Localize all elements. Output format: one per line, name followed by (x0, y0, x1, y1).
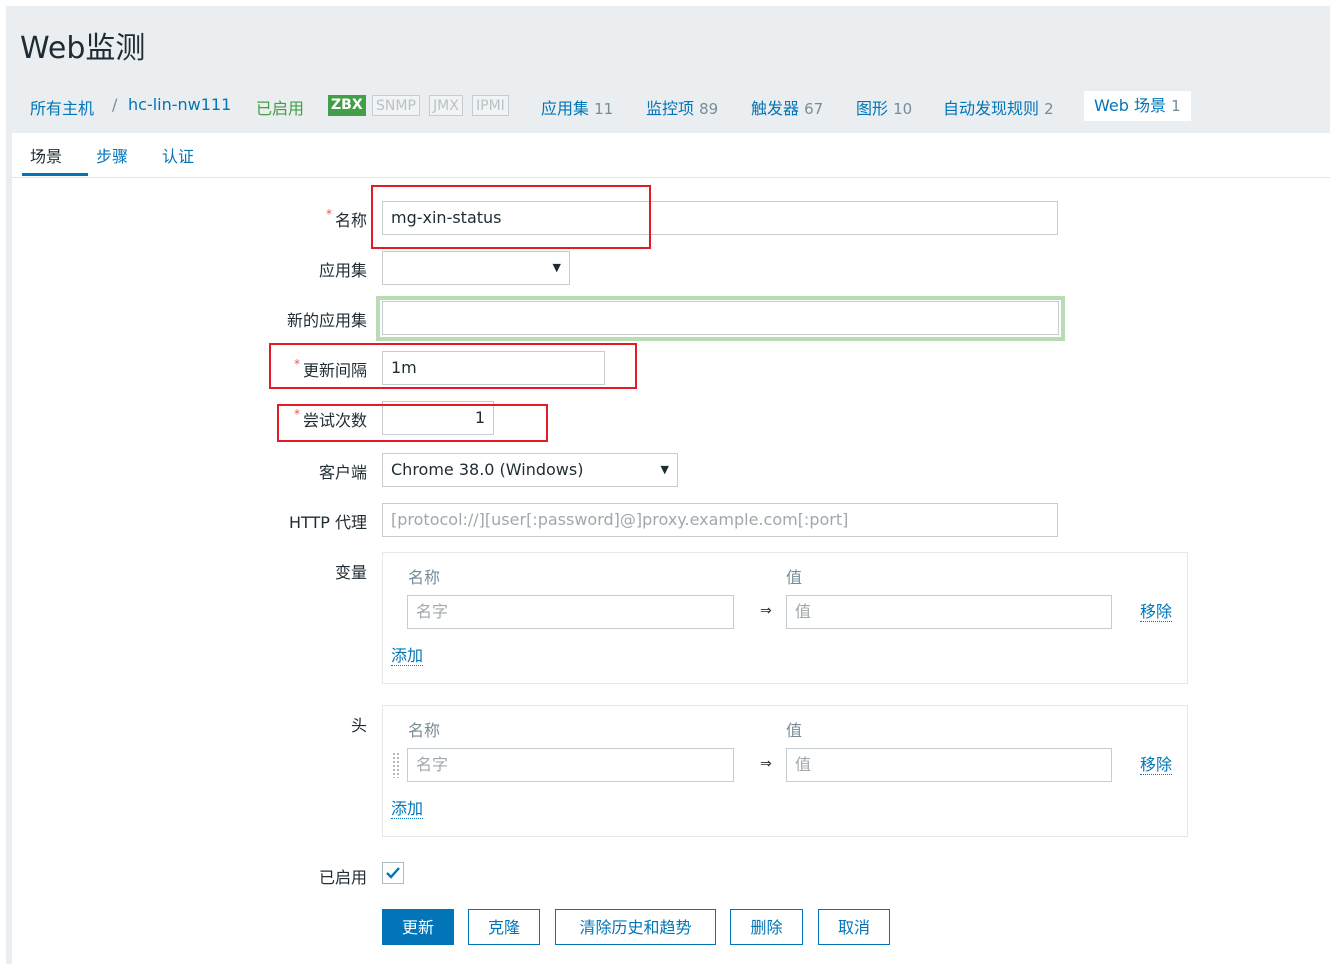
headers-panel: 名称 值 名字 ⇒ 值 移除 添加 (382, 705, 1188, 837)
checkmark-icon (386, 867, 400, 879)
enabled-checkbox[interactable] (382, 862, 404, 884)
availability-ipmi-badge: IPMI (472, 95, 509, 116)
headers-col-value: 值 (786, 721, 803, 740)
name-label: * 名称 (325, 207, 367, 230)
variable-add-link[interactable]: 添加 (391, 647, 424, 666)
agent-select[interactable]: Chrome 38.0 (Windows) ▼ (382, 453, 678, 487)
nav-web-scenarios[interactable]: Web 场景 1 (1084, 91, 1191, 121)
tab-bar: 场景 步骤 认证 (12, 133, 1330, 178)
headers-col-name: 名称 (408, 721, 441, 740)
headers-label: 头 (350, 716, 367, 735)
chevron-down-icon: ▼ (552, 261, 561, 274)
header-add-link[interactable]: 添加 (391, 800, 424, 819)
drag-handle-icon[interactable] (392, 752, 400, 778)
highlight-update-interval (269, 343, 637, 389)
application-label: 应用集 (318, 261, 367, 280)
nav-items[interactable]: 监控项 89 (646, 95, 718, 119)
breadcrumb-all-hosts[interactable]: 所有主机 (30, 95, 94, 119)
variable-value-input[interactable]: 值 (786, 595, 1112, 629)
arrow-icon: ⇒ (760, 756, 772, 772)
variable-remove-link[interactable]: 移除 (1140, 603, 1173, 622)
nav-discovery-rules[interactable]: 自动发现规则 2 (943, 95, 1054, 119)
availability-zbx-badge: ZBX (328, 95, 366, 116)
highlight-name (371, 185, 651, 249)
availability-jmx-badge: JMX (429, 95, 463, 116)
http-proxy-label: HTTP 代理 (288, 513, 367, 532)
nav-triggers[interactable]: 触发器 67 (751, 95, 823, 119)
header-name-input[interactable]: 名字 (407, 748, 734, 782)
http-proxy-input[interactable]: [protocol://][user[:password]@]proxy.exa… (382, 503, 1058, 537)
tab-steps[interactable]: 步骤 (96, 143, 128, 167)
cancel-button[interactable]: 取消 (818, 909, 890, 945)
chevron-down-icon: ▼ (660, 463, 669, 476)
clear-history-button[interactable]: 清除历史和趋势 (555, 909, 716, 945)
update-button[interactable]: 更新 (382, 909, 454, 945)
host-navigation-bar: 所有主机 / hc-lin-nw111 已启用 ZBX SNMP JMX IPM… (12, 78, 1330, 133)
arrow-icon: ⇒ (760, 603, 772, 619)
availability-snmp-badge: SNMP (372, 95, 420, 116)
variables-col-value: 值 (786, 568, 803, 587)
clone-button[interactable]: 克隆 (468, 909, 540, 945)
highlight-attempts (277, 404, 548, 442)
active-tab-indicator (22, 173, 88, 176)
form-content: 场景 步骤 认证 * 名称 mg-xin-status 应用集 ▼ 新的应用集 *… (12, 133, 1330, 964)
breadcrumb-separator: / (112, 95, 118, 114)
enabled-label: 已启用 (318, 868, 367, 887)
host-status-enabled[interactable]: 已启用 (256, 95, 304, 119)
variable-name-input[interactable]: 名字 (407, 595, 734, 629)
header-remove-link[interactable]: 移除 (1140, 756, 1173, 775)
new-application-input[interactable] (382, 301, 1059, 335)
application-select[interactable]: ▼ (382, 251, 570, 285)
nav-graphs[interactable]: 图形 10 (856, 95, 912, 119)
variables-label: 变量 (334, 563, 367, 582)
variables-col-name: 名称 (408, 568, 441, 587)
header-value-input[interactable]: 值 (786, 748, 1112, 782)
page-frame: Web监测 所有主机 / hc-lin-nw111 已启用 ZBX SNMP J… (6, 6, 1330, 964)
agent-label: 客户端 (318, 463, 367, 482)
tab-scenario[interactable]: 场景 (30, 143, 62, 167)
new-application-label: 新的应用集 (286, 311, 367, 330)
breadcrumb-host[interactable]: hc-lin-nw111 (128, 95, 231, 114)
tab-authentication[interactable]: 认证 (162, 143, 194, 167)
nav-applications[interactable]: 应用集 11 (541, 95, 613, 119)
page-title: Web监测 (20, 31, 146, 66)
delete-button[interactable]: 删除 (730, 909, 803, 945)
variables-panel: 名称 值 名字 ⇒ 值 移除 添加 (382, 552, 1188, 684)
